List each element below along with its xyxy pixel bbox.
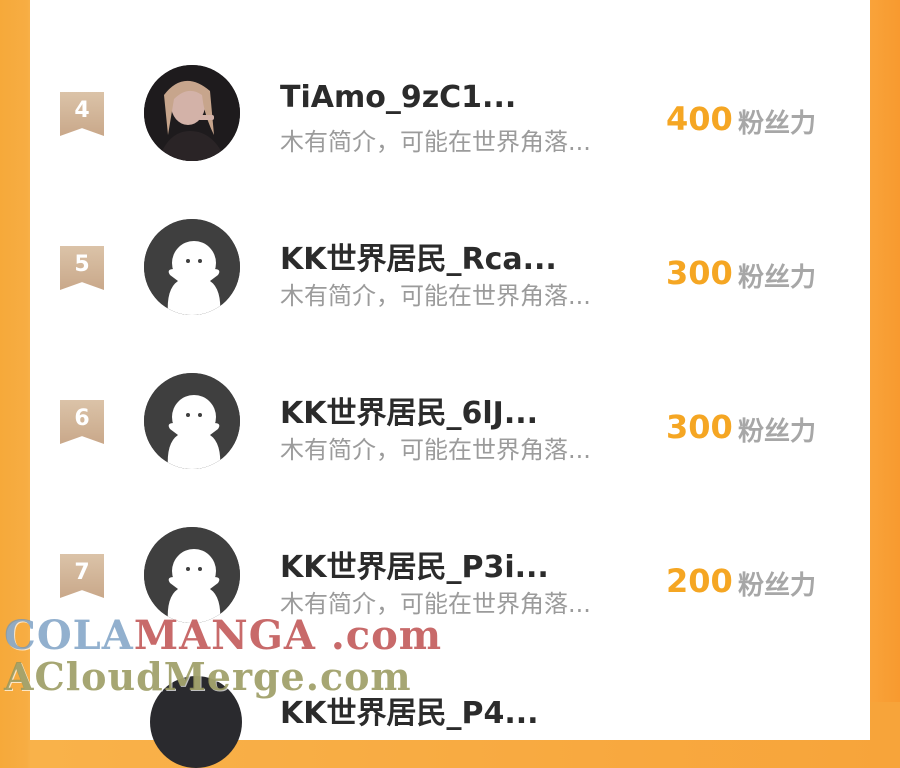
fan-power-unit: 粉丝力 xyxy=(738,417,817,447)
fan-power-score: 300 xyxy=(666,254,733,292)
fan-power-unit: 粉丝力 xyxy=(738,263,817,293)
user-avatar[interactable] xyxy=(144,527,240,623)
fan-power-score: 200 xyxy=(666,562,733,600)
rank-badge: 7 xyxy=(60,554,104,598)
username[interactable]: KK世界居民_Rca... xyxy=(280,234,557,278)
default-user-icon xyxy=(144,373,240,469)
fan-power-unit: 粉丝力 xyxy=(738,109,817,139)
username[interactable]: KK世界居民_P3i... xyxy=(280,542,549,586)
photo-avatar-icon xyxy=(144,65,240,161)
default-user-icon xyxy=(144,219,240,315)
rank-badge: 6 xyxy=(60,400,104,444)
rank-badge: 4 xyxy=(60,92,104,136)
fan-power-score: 300 xyxy=(666,408,733,446)
username[interactable]: TiAmo_9zC1... xyxy=(280,80,516,115)
fan-power-score: 400 xyxy=(666,100,733,138)
rank-badge: 5 xyxy=(60,246,104,290)
user-bio: 木有简介，可能在世界角落... xyxy=(280,282,591,310)
fan-power-unit: 粉丝力 xyxy=(738,571,817,601)
watermark-acloudmerge: ACloudMerge.com xyxy=(4,654,412,699)
ranking-row[interactable]: 4 TiAmo_9zC1... 木有简介，可能在世界角落... 400 粉丝力 xyxy=(0,60,900,180)
ranking-row[interactable]: 5 KK世界居民_Rca... 木有简介，可能在世界角落... 300 粉丝力 xyxy=(0,214,900,334)
default-user-icon xyxy=(144,527,240,623)
user-bio: 木有简介，可能在世界角落... xyxy=(280,128,591,156)
watermark-colamanga: COLAMANGA .com xyxy=(4,612,443,659)
user-bio: 木有简介，可能在世界角落... xyxy=(280,436,591,464)
user-avatar[interactable] xyxy=(144,65,240,161)
ranking-row[interactable]: 6 KK世界居民_6lJ... 木有简介，可能在世界角落... 300 粉丝力 xyxy=(0,368,900,488)
username[interactable]: KK世界居民_6lJ... xyxy=(280,388,538,432)
user-avatar[interactable] xyxy=(144,373,240,469)
user-avatar[interactable] xyxy=(144,219,240,315)
